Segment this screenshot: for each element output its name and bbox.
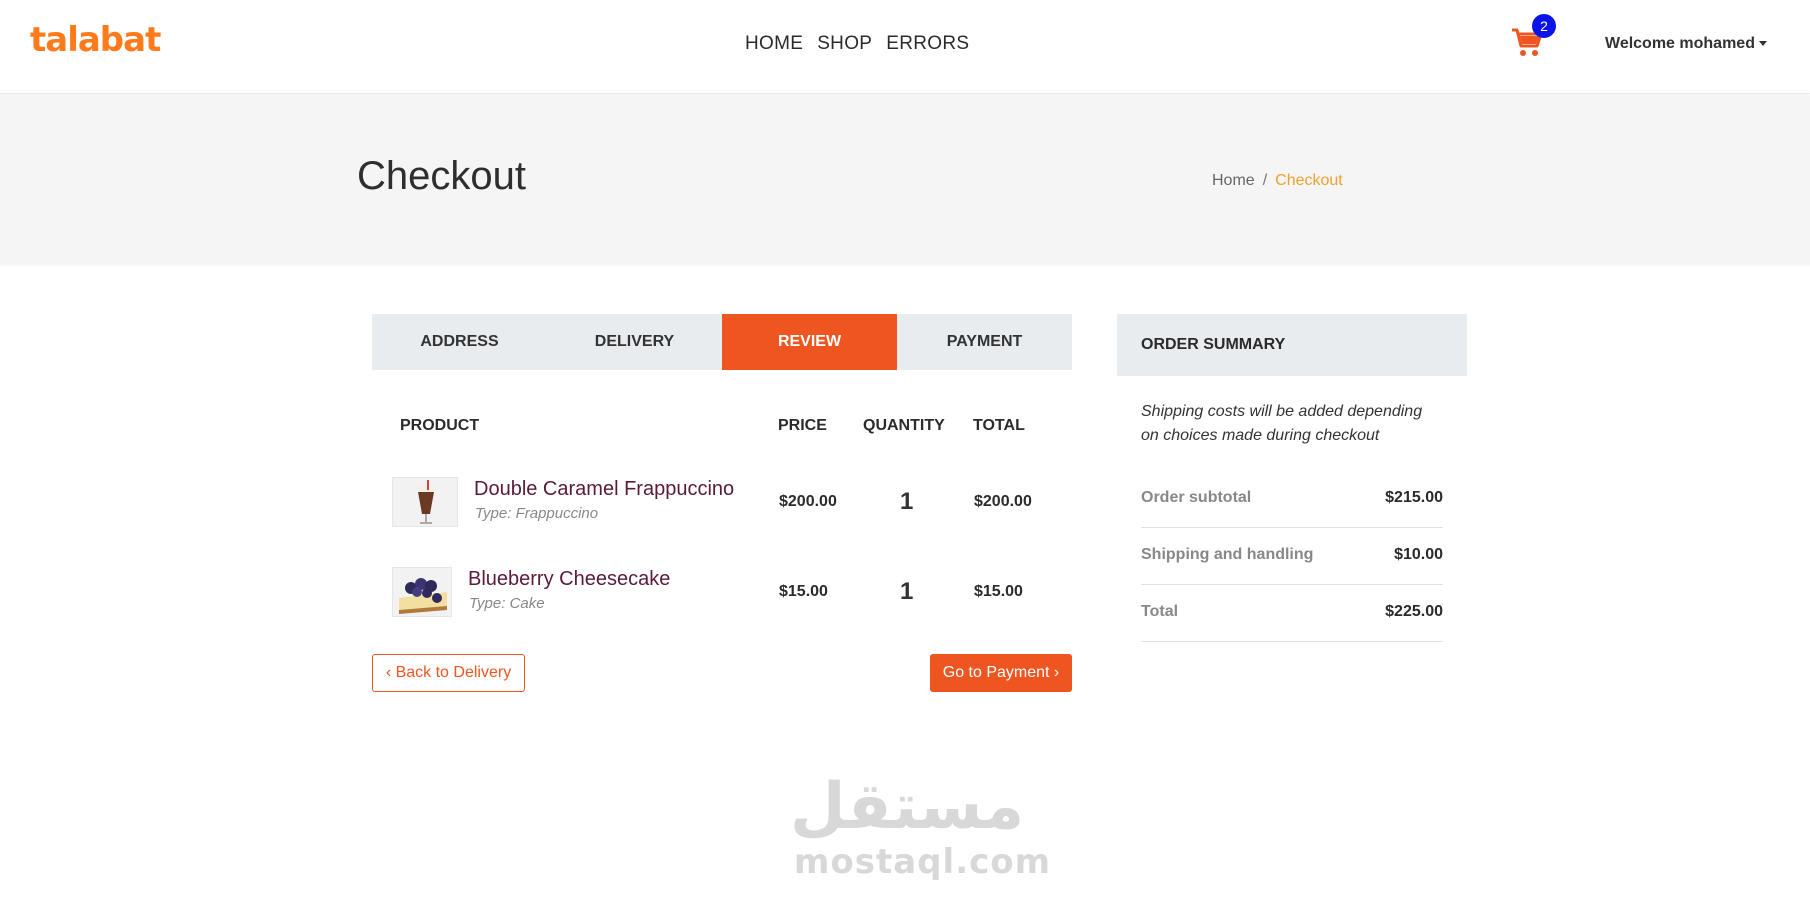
column-header-quantity: QUANTITY — [863, 417, 945, 434]
nav-links: HOME SHOP ERRORS — [745, 33, 969, 55]
product-type: Type: Frappuccino — [475, 505, 599, 522]
column-header-product: PRODUCT — [400, 417, 480, 434]
payment-button-label: Go to Payment — [942, 664, 1050, 681]
product-price: $15.00 — [779, 583, 828, 600]
order-summary-note: Shipping costs will be added depending o… — [1141, 403, 1423, 444]
summary-row-shipping: Shipping and handling $10.00 — [1141, 528, 1443, 585]
watermark-arabic: مستقل — [790, 770, 1025, 844]
step-delivery[interactable]: DELIVERY — [547, 314, 722, 370]
order-summary-title: ORDER SUMMARY — [1117, 314, 1467, 376]
breadcrumb: Home / Checkout — [1212, 172, 1343, 190]
back-to-delivery-button[interactable]: ‹ Back to Delivery — [372, 654, 525, 692]
go-to-payment-button[interactable]: Go to Payment › — [930, 654, 1072, 692]
table-row: Blueberry Cheesecake Type: Cake $15.00 1… — [392, 567, 1072, 617]
table-row: Double Caramel Frappuccino Type: Frappuc… — [392, 477, 1072, 527]
user-menu-dropdown[interactable]: Welcome mohamed — [1605, 35, 1767, 53]
chevron-right-icon: › — [1053, 664, 1060, 681]
breadcrumb-home-link[interactable]: Home — [1212, 172, 1255, 189]
breadcrumb-separator: / — [1262, 172, 1268, 189]
summary-label: Total — [1141, 603, 1179, 620]
cheesecake-image — [399, 578, 447, 614]
summary-value: $225.00 — [1385, 603, 1443, 620]
product-thumbnail — [392, 477, 458, 527]
nav-shop-link[interactable]: SHOP — [817, 33, 872, 55]
step-review[interactable]: REVIEW — [722, 314, 897, 370]
watermark-latin: mostaql.com — [794, 842, 1052, 882]
product-quantity: 1 — [900, 578, 914, 605]
product-name-link[interactable]: Blueberry Cheesecake — [468, 568, 670, 591]
product-name-link[interactable]: Double Caramel Frappuccino — [474, 478, 734, 501]
summary-row-subtotal: Order subtotal $215.00 — [1141, 471, 1443, 528]
page-header: Checkout Home / Checkout — [0, 96, 1810, 266]
chevron-left-icon: ‹ — [385, 664, 392, 681]
cart-button[interactable]: 2 — [1510, 14, 1556, 60]
summary-label: Order subtotal — [1141, 489, 1252, 506]
breadcrumb-current: Checkout — [1275, 172, 1343, 189]
product-quantity: 1 — [900, 488, 914, 515]
frappuccino-image — [417, 480, 435, 524]
product-total: $15.00 — [974, 583, 1023, 600]
summary-value: $10.00 — [1394, 546, 1443, 563]
summary-row-total: Total $225.00 — [1141, 585, 1443, 642]
caret-down-icon — [1758, 41, 1767, 47]
column-header-total: TOTAL — [973, 417, 1025, 434]
back-button-label: Back to Delivery — [395, 664, 512, 681]
product-price: $200.00 — [779, 493, 837, 510]
product-type: Type: Cake — [469, 595, 545, 612]
step-address[interactable]: ADDRESS — [372, 314, 547, 370]
product-total: $200.00 — [974, 493, 1032, 510]
nav-home-link[interactable]: HOME — [745, 33, 803, 55]
cart-count-badge: 2 — [1532, 14, 1556, 38]
step-payment[interactable]: PAYMENT — [897, 314, 1072, 370]
column-header-price: PRICE — [778, 417, 827, 434]
page-title: Checkout — [357, 154, 526, 198]
user-greeting: Welcome mohamed — [1605, 35, 1755, 52]
summary-value: $215.00 — [1385, 489, 1443, 506]
summary-label: Shipping and handling — [1141, 546, 1314, 563]
checkout-steps: ADDRESS DELIVERY REVIEW PAYMENT — [372, 314, 1072, 370]
product-thumbnail — [392, 567, 452, 617]
navbar: talabat HOME SHOP ERRORS 2 Welcome moham… — [0, 0, 1810, 94]
nav-errors-link[interactable]: ERRORS — [886, 33, 969, 55]
logo[interactable]: talabat — [30, 20, 161, 60]
